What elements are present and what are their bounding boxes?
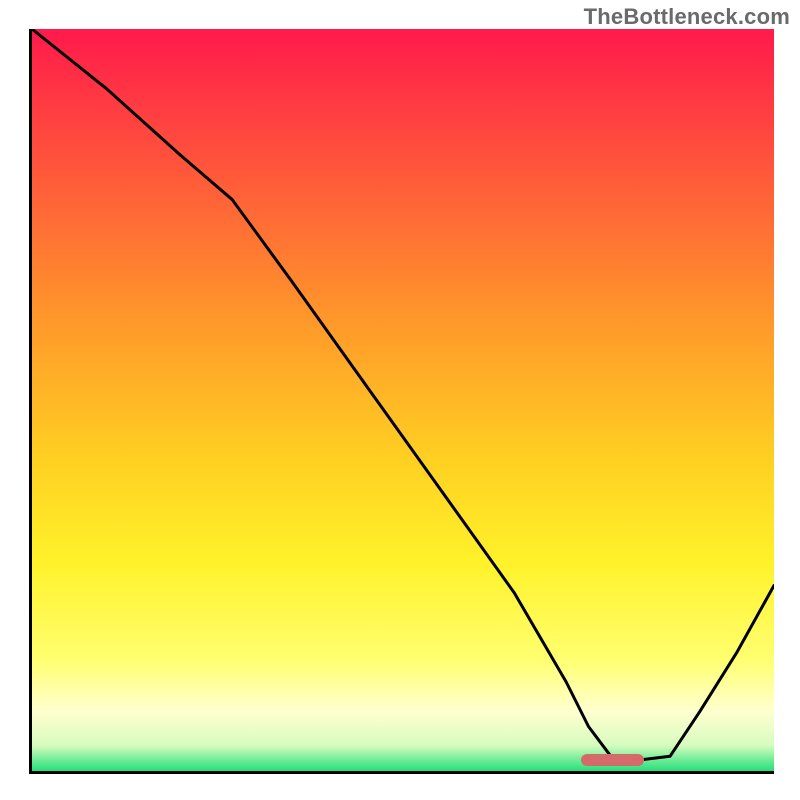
plot-area (29, 29, 774, 774)
gradient-background (32, 29, 774, 771)
chart-container: TheBottleneck.com (0, 0, 800, 800)
chart-svg (32, 29, 774, 771)
optimal-range-marker (581, 754, 644, 766)
watermark-text: TheBottleneck.com (584, 4, 790, 30)
